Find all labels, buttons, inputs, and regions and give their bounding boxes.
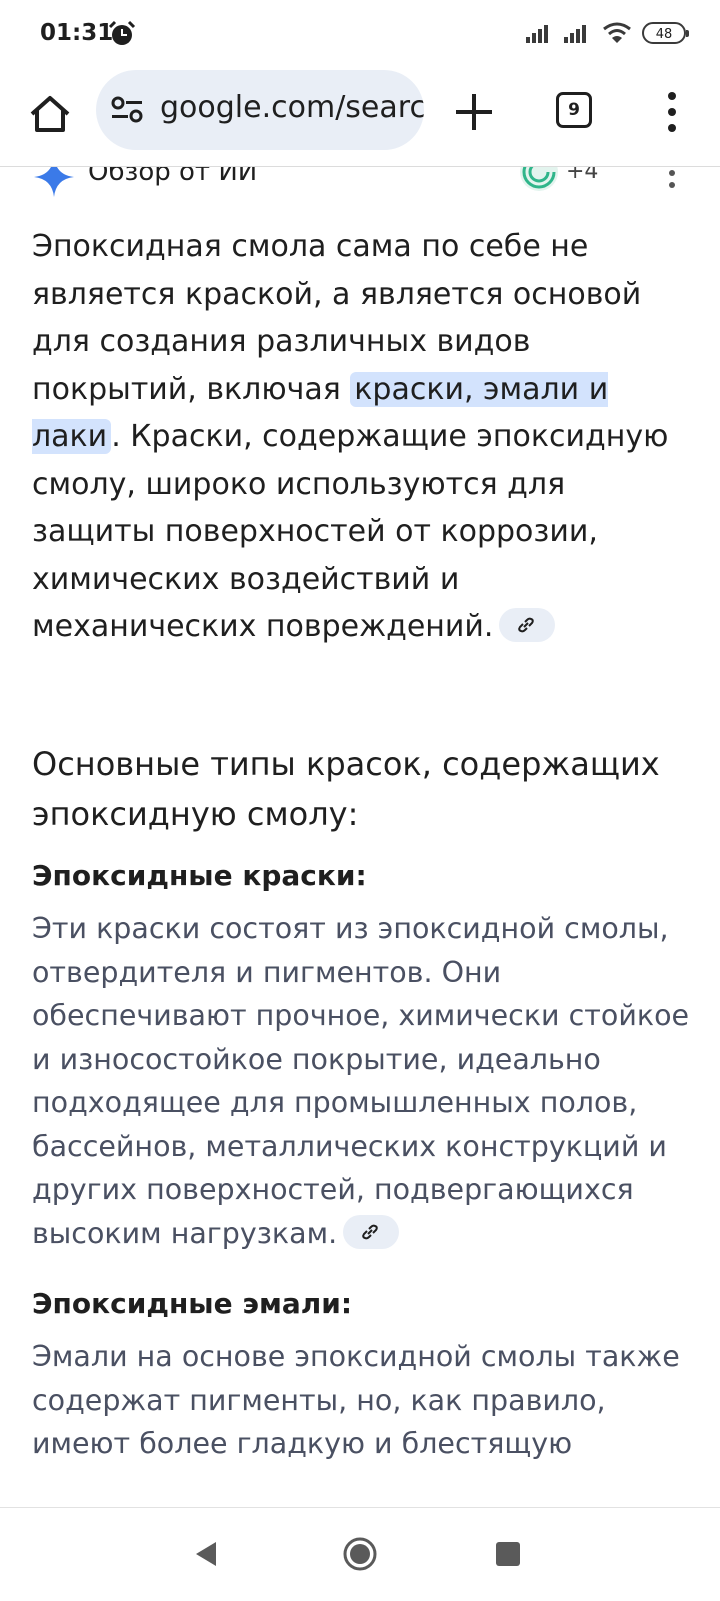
- url-text[interactable]: google.com/search: [160, 90, 424, 125]
- signal-icon: [526, 25, 548, 43]
- alarm-clock-icon: [108, 20, 136, 45]
- system-navigation-bar: [0, 1507, 720, 1601]
- home-nav-icon[interactable]: [342, 1536, 378, 1572]
- ai-overview-content: Обзор от ИИ +4 Эпоксидная смола сама по …: [0, 167, 720, 1507]
- recents-icon[interactable]: [496, 1542, 520, 1566]
- signal-icon: [564, 25, 586, 43]
- section-heading: Основные типы красок, содержащих эпоксид…: [32, 745, 660, 833]
- status-time: 01:31: [40, 20, 114, 46]
- gemini-sparkle-icon: [34, 167, 74, 197]
- browser-toolbar: google.com/search 9: [0, 70, 720, 167]
- intro-paragraph: Эпоксидная смола сама по себе не являетс…: [32, 223, 692, 651]
- item-text: Эти краски состоят из эпоксидной смолы, …: [32, 912, 690, 1250]
- wifi-icon: [603, 22, 631, 43]
- link-icon: [518, 617, 535, 632]
- home-icon[interactable]: [26, 90, 74, 138]
- status-bar: 01:31 48: [0, 0, 720, 70]
- more-options-icon[interactable]: [660, 88, 684, 136]
- overview-menu-icon[interactable]: [664, 167, 680, 189]
- address-bar[interactable]: google.com/search: [96, 70, 424, 150]
- intro-text-continued: . Краски, содержащие эпоксидную смолу, ш…: [32, 419, 669, 644]
- sources-count[interactable]: +4: [566, 167, 598, 184]
- source-link-chip[interactable]: [499, 607, 556, 642]
- ai-overview-title: Обзор от ИИ: [88, 167, 258, 187]
- item-description: Эмали на основе эпоксидной смолы также с…: [32, 1340, 680, 1460]
- source-link-chip[interactable]: [343, 1214, 400, 1249]
- item-title: Эпоксидные эмали:: [32, 1287, 353, 1320]
- item-title: Эпоксидные краски:: [32, 859, 367, 892]
- item-description: Эти краски состоят из эпоксидной смолы, …: [32, 907, 702, 1255]
- tab-switcher-button[interactable]: 9: [556, 92, 592, 128]
- status-indicators: 48: [526, 22, 689, 44]
- link-icon: [362, 1224, 378, 1239]
- site-settings-icon[interactable]: [110, 94, 144, 126]
- sources-icon[interactable]: [518, 167, 560, 193]
- back-icon[interactable]: [194, 1540, 218, 1568]
- ai-overview-header: Обзор от ИИ +4: [0, 167, 720, 197]
- battery-indicator: 48: [642, 22, 689, 44]
- new-tab-icon[interactable]: [452, 90, 496, 134]
